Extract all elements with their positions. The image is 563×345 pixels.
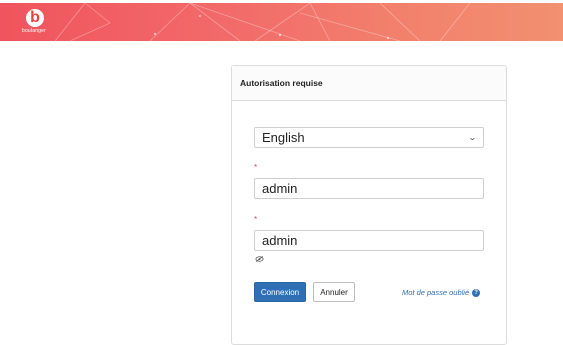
eye-slash-icon[interactable] [255, 256, 264, 262]
username-field[interactable]: admin [254, 178, 484, 199]
login-title: Autorisation requise [240, 78, 323, 88]
username-value: admin [262, 181, 298, 196]
logo-letter: b [30, 8, 40, 26]
language-select[interactable]: English ⌄ [254, 127, 484, 148]
password-field[interactable]: admin [254, 230, 484, 251]
login-card: Autorisation requise English ⌄ * admin *… [231, 65, 507, 345]
connexion-button[interactable]: Connexion [254, 282, 306, 302]
language-select-value: English [262, 130, 305, 145]
cancel-button[interactable]: Annuler [313, 282, 355, 302]
help-icon[interactable]: ? [472, 288, 481, 297]
logo-text: boulanger [21, 28, 47, 34]
forgot-password-link[interactable]: Mot de passe oublié ? [402, 288, 481, 297]
password-required-marker: * [254, 215, 258, 224]
top-banner: b boulanger [0, 3, 563, 41]
chevron-down-icon: ⌄ [468, 133, 478, 142]
banner-decoration [54, 3, 471, 41]
forgot-password-label: Mot de passe oublié [402, 288, 470, 297]
login-card-header: Autorisation requise [232, 66, 506, 101]
logo-mark: b [26, 9, 44, 27]
password-value: admin [262, 233, 298, 248]
brand-logo[interactable]: b boulanger [8, 7, 60, 37]
username-required-marker: * [254, 163, 258, 172]
